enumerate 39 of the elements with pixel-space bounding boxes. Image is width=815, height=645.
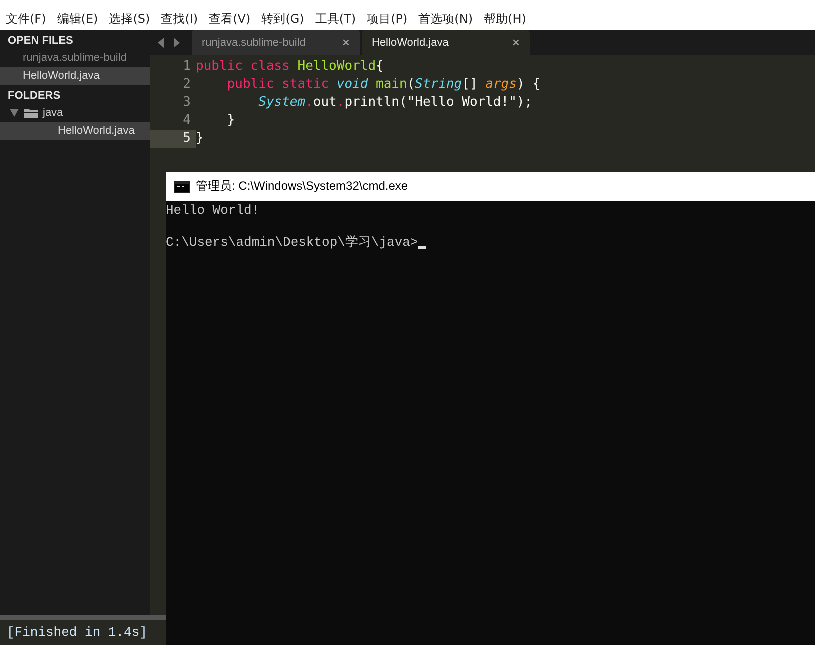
window-title: 管理员: C:\Windows\System32\cmd.exe bbox=[196, 178, 408, 195]
console-line: Hello World! bbox=[166, 203, 260, 219]
menu-item[interactable]: 编辑(E) bbox=[57, 10, 98, 28]
close-icon[interactable]: × bbox=[512, 35, 520, 50]
code-line: } bbox=[226, 112, 236, 130]
menu-item[interactable]: 工具(T) bbox=[315, 10, 356, 28]
code-line: System.out.println("Hello World!"); bbox=[258, 94, 533, 112]
disclosure-triangle-icon[interactable] bbox=[10, 109, 19, 117]
menu-item[interactable]: 查看(V) bbox=[209, 10, 251, 28]
menu-item[interactable]: 查找(I) bbox=[161, 10, 198, 28]
menu-item[interactable]: 文件(F) bbox=[6, 10, 46, 28]
code-line: } bbox=[196, 130, 204, 148]
tab-navigation-icon[interactable] bbox=[158, 38, 180, 48]
code-line: public static void main(String[] args) { bbox=[226, 76, 540, 94]
menu-item[interactable]: 项目(P) bbox=[367, 10, 408, 28]
menu-item[interactable]: 帮助(H) bbox=[484, 10, 526, 28]
line-number: 5 bbox=[150, 130, 196, 148]
line-number: 1 bbox=[182, 58, 192, 76]
menu-item[interactable]: 首选项(N) bbox=[418, 10, 474, 28]
line-number: 3 bbox=[182, 94, 192, 112]
sidebar-heading: FOLDERS bbox=[7, 89, 62, 104]
code-line: public class HelloWorld{ bbox=[196, 58, 384, 76]
text-cursor bbox=[418, 246, 426, 249]
console-icon bbox=[174, 180, 190, 192]
folder-name[interactable]: java bbox=[43, 107, 64, 119]
open-file-item[interactable]: HelloWorld.java bbox=[0, 67, 150, 85]
menu-item[interactable]: 选择(S) bbox=[109, 10, 150, 28]
editor-tab[interactable]: runjava.sublime-build × bbox=[192, 30, 360, 55]
close-icon[interactable]: × bbox=[342, 35, 350, 50]
open-file-item[interactable]: runjava.sublime-build bbox=[0, 49, 150, 67]
menu-item[interactable]: 转到(G) bbox=[262, 10, 304, 28]
folder-icon bbox=[24, 108, 38, 118]
sidebar-heading: OPEN FILES bbox=[7, 34, 74, 49]
line-number: 4 bbox=[182, 112, 192, 130]
build-output: [Finished in 1.4s] bbox=[7, 625, 148, 640]
line-number: 2 bbox=[182, 76, 192, 94]
file-item[interactable]: HelloWorld.java bbox=[0, 122, 150, 140]
console-line: C:\Users\admin\Desktop\学习\java> bbox=[166, 235, 418, 251]
editor-tab[interactable]: HelloWorld.java × bbox=[362, 30, 530, 55]
